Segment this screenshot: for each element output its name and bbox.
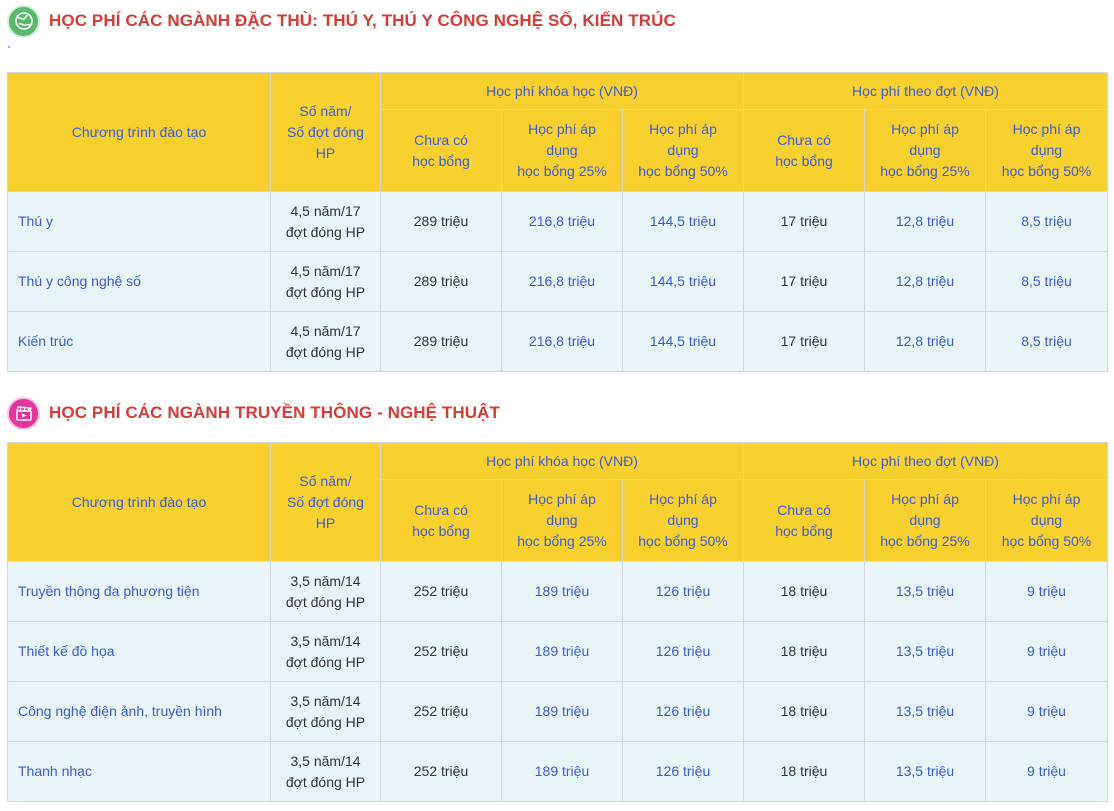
program-name: Kiến trúc [7, 311, 271, 372]
table-row: Thanh nhạc 3,5 năm/14 đợt đóng HP 252 tri… [7, 741, 1108, 802]
program-name: Công nghệ điện ảnh, truyền hình [7, 681, 271, 742]
course-fee-25: 216,8 triệu [501, 251, 623, 312]
header-term-fee: Học phí theo đợt (VNĐ) [743, 72, 1108, 110]
course-fee-25: 189 triệu [501, 621, 623, 682]
course-fee-25: 189 triệu [501, 741, 623, 802]
table-row: Thiết kế đồ họa 3,5 năm/14 đợt đóng HP 25… [7, 621, 1108, 682]
course-fee-25: 216,8 triệu [501, 191, 623, 252]
years-cell: 4,5 năm/17 đợt đóng HP [270, 311, 381, 372]
term-fee-50: 9 triệu [985, 681, 1108, 742]
program-name: Thú y công nghệ số [7, 251, 271, 312]
header-program: Chương trình đào tạo [7, 72, 271, 192]
years-cell: 4,5 năm/17 đợt đóng HP [270, 191, 381, 252]
header-term-fee: Học phí theo đợt (VNĐ) [743, 442, 1108, 480]
table-row: Kiến trúc 4,5 năm/17 đợt đóng HP 289 triệ… [7, 311, 1108, 372]
header-scholarship-25: Học phí áp dụng học bổng 25% [864, 479, 986, 562]
term-fee-25: 13,5 triệu [864, 741, 986, 802]
course-fee-50: 126 triệu [622, 621, 744, 682]
term-fee-25: 13,5 triệu [864, 561, 986, 622]
course-fee-25: 189 triệu [501, 681, 623, 742]
header-years: Số năm/Số đợt đóng HP [270, 72, 381, 192]
course-fee-no-scholarship: 252 triệu [380, 681, 502, 742]
header-no-scholarship: Chưa có học bổng [380, 479, 502, 562]
years-cell: 3,5 năm/14 đợt đóng HP [270, 741, 381, 802]
header-scholarship-50: Học phí áp dụng học bổng 50% [985, 479, 1108, 562]
term-fee-no-scholarship: 18 triệu [743, 621, 865, 682]
term-fee-no-scholarship: 17 triệu [743, 251, 865, 312]
term-fee-25: 13,5 triệu [864, 681, 986, 742]
course-fee-25: 189 triệu [501, 561, 623, 622]
term-fee-no-scholarship: 18 triệu [743, 561, 865, 622]
years-cell: 4,5 năm/17 đợt đóng HP [270, 251, 381, 312]
term-fee-25: 13,5 triệu [864, 621, 986, 682]
term-fee-50: 8,5 triệu [985, 251, 1108, 312]
term-fee-no-scholarship: 18 triệu [743, 741, 865, 802]
course-fee-50: 126 triệu [622, 741, 744, 802]
header-scholarship-50: Học phí áp dụng học bổng 50% [622, 479, 744, 562]
years-cell: 3,5 năm/14 đợt đóng HP [270, 681, 381, 742]
header-scholarship-25: Học phí áp dụng học bổng 25% [501, 479, 623, 562]
course-fee-no-scholarship: 252 triệu [380, 741, 502, 802]
film-clapper-icon [7, 396, 40, 430]
course-fee-50: 144,5 triệu [622, 311, 744, 372]
table-row: Truyền thông đa phương tiện 3,5 năm/14 đợ… [7, 561, 1108, 622]
course-fee-no-scholarship: 289 triệu [380, 311, 502, 372]
section-heading-special: HỌC PHÍ CÁC NGÀNH ĐẶC THÙ: THÚ Y, THÚ Y … [7, 4, 676, 38]
term-fee-50: 8,5 triệu [985, 311, 1108, 372]
term-fee-25: 12,8 triệu [864, 311, 986, 372]
header-no-scholarship: Chưa có học bổng [380, 109, 502, 192]
course-fee-no-scholarship: 252 triệu [380, 621, 502, 682]
years-cell: 3,5 năm/14 đợt đóng HP [270, 621, 381, 682]
header-scholarship-25: Học phí áp dụng học bổng 25% [501, 109, 623, 192]
term-fee-50: 9 triệu [985, 741, 1108, 802]
course-fee-no-scholarship: 289 triệu [380, 191, 502, 252]
program-name: Thanh nhạc [7, 741, 271, 802]
program-name: Thiết kế đồ họa [7, 621, 271, 682]
program-name: Truyền thông đa phương tiện [7, 561, 271, 622]
header-scholarship-50: Học phí áp dụng học bổng 50% [985, 109, 1108, 192]
header-scholarship-25: Học phí áp dụng học bổng 25% [864, 109, 986, 192]
section-title: HỌC PHÍ CÁC NGÀNH ĐẶC THÙ: THÚ Y, THÚ Y … [49, 11, 676, 30]
course-fee-50: 126 triệu [622, 561, 744, 622]
course-fee-no-scholarship: 289 triệu [380, 251, 502, 312]
years-cell: 3,5 năm/14 đợt đóng HP [270, 561, 381, 622]
stray-note: ` [7, 44, 11, 58]
header-course-fee: Học phí khóa học (VNĐ) [380, 72, 744, 110]
table-row: Thú y công nghệ số 4,5 năm/17 đợt đóng HP… [7, 251, 1108, 312]
header-years: Số năm/Số đợt đóng HP [270, 442, 381, 562]
header-program: Chương trình đào tạo [7, 442, 271, 562]
section-title: HỌC PHÍ CÁC NGÀNH TRUYỀN THÔNG - NGHỆ TH… [49, 403, 501, 422]
fee-table-special: Chương trình đào tạo Số năm/Số đợt đóng H… [7, 72, 1108, 372]
term-fee-no-scholarship: 18 triệu [743, 681, 865, 742]
globe-icon [7, 4, 40, 38]
term-fee-25: 12,8 triệu [864, 251, 986, 312]
course-fee-50: 144,5 triệu [622, 251, 744, 312]
term-fee-50: 9 triệu [985, 561, 1108, 622]
term-fee-50: 8,5 triệu [985, 191, 1108, 252]
course-fee-no-scholarship: 252 triệu [380, 561, 502, 622]
term-fee-no-scholarship: 17 triệu [743, 191, 865, 252]
header-course-fee: Học phí khóa học (VNĐ) [380, 442, 744, 480]
header-scholarship-50: Học phí áp dụng học bổng 50% [622, 109, 744, 192]
program-name: Thú y [7, 191, 271, 252]
section-heading-media: HỌC PHÍ CÁC NGÀNH TRUYỀN THÔNG - NGHỆ TH… [7, 396, 500, 430]
course-fee-25: 216,8 triệu [501, 311, 623, 372]
term-fee-no-scholarship: 17 triệu [743, 311, 865, 372]
header-no-scholarship: Chưa có học bổng [743, 479, 865, 562]
term-fee-25: 12,8 triệu [864, 191, 986, 252]
course-fee-50: 144,5 triệu [622, 191, 744, 252]
table-row: Công nghệ điện ảnh, truyền hình 3,5 năm/… [7, 681, 1108, 742]
table-row: Thú y 4,5 năm/17 đợt đóng HP 289 triệu 21… [7, 191, 1108, 252]
term-fee-50: 9 triệu [985, 621, 1108, 682]
course-fee-50: 126 triệu [622, 681, 744, 742]
fee-table-media: Chương trình đào tạo Số năm/Số đợt đóng H… [7, 442, 1108, 802]
header-no-scholarship: Chưa có học bổng [743, 109, 865, 192]
